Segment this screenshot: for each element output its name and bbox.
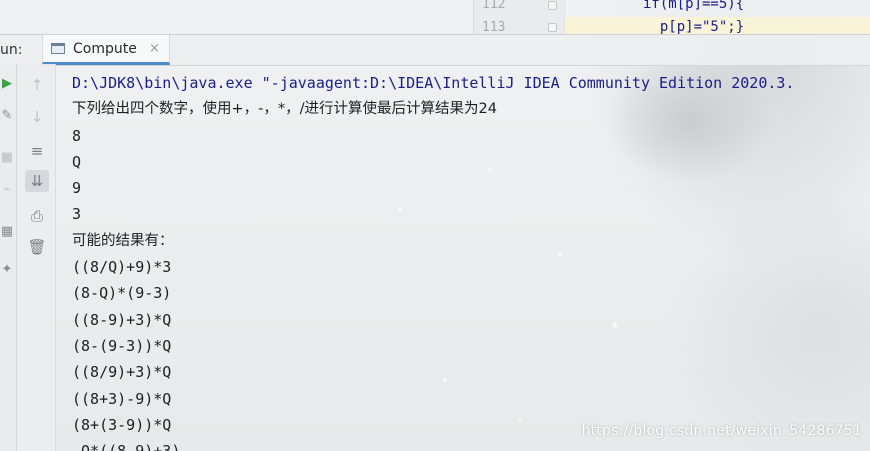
stop-icon[interactable]: ■ <box>0 148 14 166</box>
print-icon[interactable]: ⎙ <box>25 205 49 227</box>
console-line: ((8/9)+3)*Q <box>72 363 172 382</box>
code-line[interactable]: p[p]="5";} <box>643 19 744 35</box>
rerun-icon[interactable]: ▶ <box>0 74 14 92</box>
console-line: 9 <box>72 179 82 198</box>
soft-wrap-icon[interactable]: ≡ <box>25 140 49 162</box>
console-line: (8-Q)*(9-3) <box>72 284 172 303</box>
fold-marker-icon[interactable] <box>548 23 557 32</box>
close-icon[interactable]: × <box>149 41 160 56</box>
tab-label: Compute <box>73 41 137 57</box>
debug-icon[interactable]: ⌁ <box>0 180 14 198</box>
console-line: 3 <box>72 205 82 224</box>
run-toolbar: ▶ ✎ ■ ⌁ ▦ ✦ <box>0 64 17 451</box>
console-icon <box>51 43 65 54</box>
fold-marker-icon[interactable] <box>548 1 557 10</box>
line-number: 113 <box>482 20 506 35</box>
pin-icon[interactable]: ✦ <box>0 260 14 278</box>
console-toolbar: ↑ ↓ ≡ ⇊ ⎙ 🗑 <box>17 64 56 451</box>
console-line: 可能的结果有： <box>72 232 174 249</box>
watermark: https://blog.csdn.net/weixin_54286751 <box>581 423 862 439</box>
code-line[interactable]: if(m[p]==5){ <box>643 0 744 12</box>
up-arrow-icon[interactable]: ↑ <box>25 74 49 96</box>
console-output[interactable]: D:\JDK8\bin\java.exe "-javaagent:D:\IDEA… <box>72 70 870 451</box>
run-panel-label: un: <box>0 42 23 58</box>
console-line: Q*((8-9)+3) <box>72 438 870 451</box>
down-arrow-icon[interactable]: ↓ <box>25 106 49 128</box>
console-line: ((8/Q)+9)*3 <box>72 258 172 277</box>
console-line: ((8-9)+3)*Q <box>72 310 172 329</box>
console-line: 8 <box>72 126 82 145</box>
scroll-to-end-icon[interactable]: ⇊ <box>25 170 49 192</box>
editor-pane: 112 113 if(m[p]==5){ p[p]="5";} <box>0 0 870 35</box>
tab-compute[interactable]: Compute × <box>42 35 170 65</box>
console-line: D:\JDK8\bin\java.exe "-javaagent:D:\IDEA… <box>72 74 795 92</box>
trash-icon[interactable]: 🗑 <box>25 236 49 258</box>
line-number: 112 <box>482 0 506 12</box>
console-line: (8-(9-3))*Q <box>72 336 172 355</box>
console-line: ((8+3)-9)*Q <box>72 389 172 408</box>
console-line: 下列给出四个数字，使用+，-，*，/进行计算使最后计算结果为24 <box>72 101 497 118</box>
run-tab-bar: un: Compute × <box>0 34 870 66</box>
wrench-icon[interactable]: ✎ <box>0 106 14 124</box>
layout-icon[interactable]: ▦ <box>0 222 14 240</box>
console-line: Q <box>72 152 82 171</box>
